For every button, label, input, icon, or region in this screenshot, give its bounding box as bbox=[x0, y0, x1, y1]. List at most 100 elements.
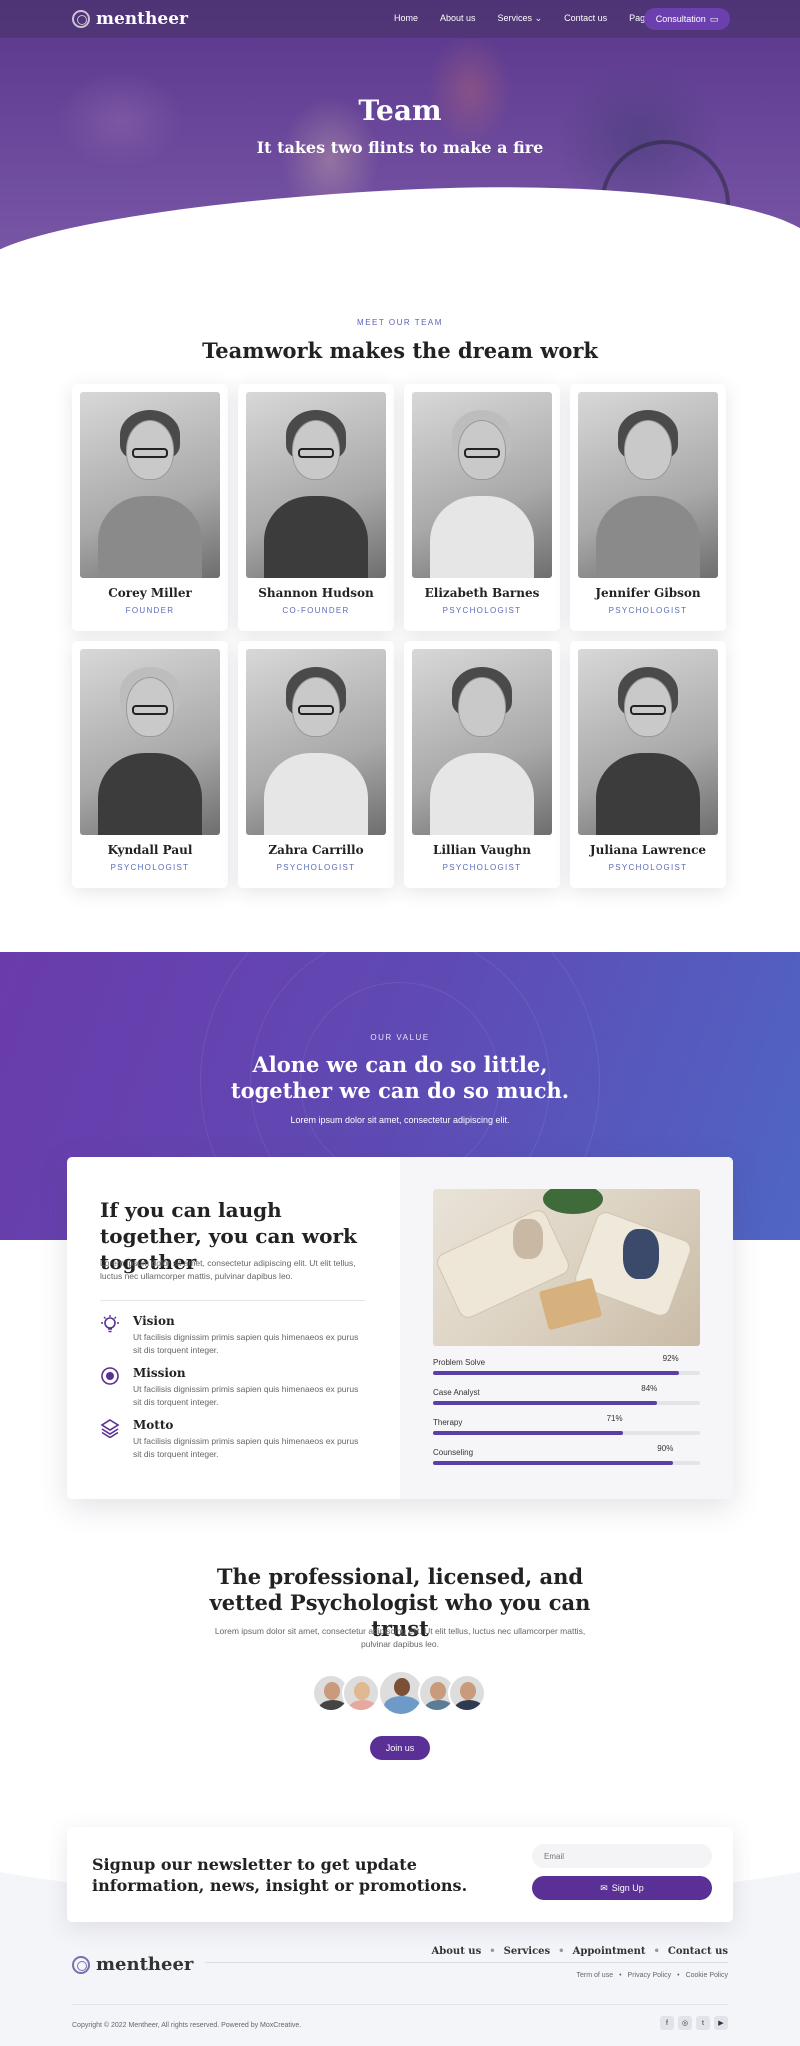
pro-text: Lorem ipsum dolor sit amet, consectetur … bbox=[214, 1626, 586, 1649]
team-card[interactable]: Juliana Lawrence PSYCHOLOGIST bbox=[570, 641, 726, 888]
social-links: f ◎ t ▶ bbox=[660, 2016, 728, 2030]
member-photo bbox=[246, 392, 386, 578]
skill-track bbox=[433, 1431, 700, 1435]
separator-dot: • bbox=[619, 1972, 622, 1979]
envelope-icon: ✉ bbox=[600, 1882, 608, 1893]
skill-percent: 90% bbox=[657, 1444, 674, 1453]
team-card[interactable]: Jennifer Gibson PSYCHOLOGIST bbox=[570, 384, 726, 631]
member-name: Jennifer Gibson bbox=[595, 586, 701, 600]
footer-link-about[interactable]: About us bbox=[432, 1946, 482, 1957]
feature-text: Ut facilisis dignissim primis sapien qui… bbox=[133, 1384, 359, 1407]
target-icon bbox=[101, 1367, 119, 1385]
site-logo[interactable]: mentheer bbox=[72, 9, 188, 29]
avatar bbox=[342, 1674, 380, 1712]
team-card[interactable]: Elizabeth Barnes PSYCHOLOGIST bbox=[404, 384, 560, 631]
divider bbox=[100, 1300, 365, 1301]
sign-up-label: Sign Up bbox=[611, 1883, 644, 1893]
member-role: FOUNDER bbox=[125, 606, 175, 615]
logo-flower-icon bbox=[72, 10, 90, 28]
member-name: Lillian Vaughn bbox=[433, 843, 531, 857]
footer-link-services[interactable]: Services bbox=[504, 1946, 551, 1957]
member-name: Juliana Lawrence bbox=[589, 843, 707, 857]
hero-banner bbox=[0, 0, 800, 256]
team-card[interactable]: Shannon Hudson CO-FOUNDER bbox=[238, 384, 394, 631]
member-name: Corey Miller bbox=[108, 586, 192, 600]
youtube-icon[interactable]: ▶ bbox=[714, 2016, 728, 2030]
email-input[interactable] bbox=[532, 1844, 712, 1868]
member-photo bbox=[80, 649, 220, 835]
feature-title: Vision bbox=[133, 1314, 175, 1328]
team-eyebrow: MEET OUR TEAM bbox=[357, 318, 443, 327]
twitter-icon[interactable]: t bbox=[696, 2016, 710, 2030]
newsletter-title: Signup our newsletter to get update info… bbox=[92, 1855, 468, 1895]
skill-fill bbox=[433, 1371, 679, 1375]
consultation-label: Consultation bbox=[655, 14, 706, 24]
footer-link-appointment[interactable]: Appointment bbox=[573, 1946, 646, 1957]
skill-track bbox=[433, 1371, 700, 1375]
chevron-down-icon: ⌄ bbox=[534, 13, 543, 23]
skill-track bbox=[433, 1461, 700, 1465]
separator-dot: • bbox=[653, 1946, 660, 1957]
footer-logo[interactable]: mentheer bbox=[72, 1954, 193, 1975]
team-card[interactable]: Lillian Vaughn PSYCHOLOGIST bbox=[404, 641, 560, 888]
separator-dot: • bbox=[489, 1946, 496, 1957]
nav-link-home[interactable]: Home bbox=[394, 13, 418, 24]
skill-track bbox=[433, 1401, 700, 1405]
feature-text: Ut facilisis dignissim primis sapien qui… bbox=[133, 1332, 359, 1355]
member-role: PSYCHOLOGIST bbox=[608, 863, 688, 872]
separator-dot: • bbox=[558, 1946, 565, 1957]
member-role: PSYCHOLOGIST bbox=[442, 863, 522, 872]
sign-up-button[interactable]: ✉ Sign Up bbox=[532, 1876, 712, 1900]
member-role: PSYCHOLOGIST bbox=[442, 606, 522, 615]
nav-link-services[interactable]: Services ⌄ bbox=[498, 13, 543, 24]
team-grid: Corey Miller FOUNDER Shannon Hudson CO-F… bbox=[72, 384, 728, 888]
skill-percent: 92% bbox=[662, 1354, 679, 1363]
join-us-button[interactable]: Join us bbox=[370, 1736, 430, 1760]
instagram-icon[interactable]: ◎ bbox=[678, 2016, 692, 2030]
member-name: Shannon Hudson bbox=[258, 586, 374, 600]
value-title: Alone we can do so little, together we c… bbox=[230, 1052, 570, 1103]
value-card-text: Lorem ipsum dolor sit amet, consectetur … bbox=[100, 1258, 356, 1281]
layers-icon bbox=[100, 1419, 120, 1438]
skill-percent: 84% bbox=[641, 1384, 658, 1393]
newsletter-box: Signup our newsletter to get update info… bbox=[67, 1827, 733, 1922]
consultation-button[interactable]: Consultation ▭ bbox=[644, 8, 730, 30]
legal-link-privacy[interactable]: Privacy Policy bbox=[628, 1972, 672, 1979]
nav-services-label: Services bbox=[497, 13, 533, 23]
skill-label: Case Analyst bbox=[433, 1388, 480, 1397]
team-card[interactable]: Zahra Carrillo PSYCHOLOGIST bbox=[238, 641, 394, 888]
logo-flower-icon bbox=[72, 1955, 90, 1974]
skill-fill bbox=[433, 1401, 658, 1405]
nav-link-about[interactable]: About us bbox=[440, 13, 476, 24]
skill-label: Counseling bbox=[433, 1448, 474, 1457]
skill-fill bbox=[433, 1431, 623, 1435]
member-name: Kyndall Paul bbox=[107, 843, 193, 857]
facebook-icon[interactable]: f bbox=[660, 2016, 674, 2030]
page-title: Team bbox=[358, 94, 442, 127]
footer-link-contact[interactable]: Contact us bbox=[668, 1946, 728, 1957]
footer-divider bbox=[205, 1962, 728, 1963]
page-subtitle: It takes two flints to make a fire bbox=[256, 138, 544, 157]
therapy-session-photo bbox=[433, 1189, 700, 1346]
member-photo bbox=[412, 649, 552, 835]
value-card: If you can laugh together, you can work … bbox=[67, 1157, 733, 1499]
logo-text: mentheer bbox=[96, 9, 188, 29]
team-card[interactable]: Corey Miller FOUNDER bbox=[72, 384, 228, 631]
member-photo bbox=[412, 392, 552, 578]
team-card[interactable]: Kyndall Paul PSYCHOLOGIST bbox=[72, 641, 228, 888]
skills-panel: Problem Solve 92% Case Analyst 84% Therapy 71… bbox=[400, 1157, 733, 1499]
member-name: Elizabeth Barnes bbox=[424, 586, 540, 600]
legal-link-cookie[interactable]: Cookie Policy bbox=[686, 1972, 728, 1979]
feature-text: Ut facilisis dignissim primis sapien qui… bbox=[133, 1436, 359, 1459]
chat-icon: ▭ bbox=[709, 13, 719, 24]
member-photo bbox=[80, 392, 220, 578]
lightbulb-icon bbox=[101, 1315, 119, 1333]
member-photo bbox=[578, 392, 718, 578]
legal-link-terms[interactable]: Term of use bbox=[577, 1972, 614, 1979]
nav-link-contact[interactable]: Contact us bbox=[564, 13, 607, 24]
feature-title: Motto bbox=[133, 1418, 174, 1432]
skill-percent: 71% bbox=[606, 1414, 623, 1423]
team-title: Teamwork makes the dream work bbox=[202, 338, 598, 363]
skill-label: Problem Solve bbox=[433, 1358, 486, 1367]
separator-dot: • bbox=[677, 1972, 680, 1979]
